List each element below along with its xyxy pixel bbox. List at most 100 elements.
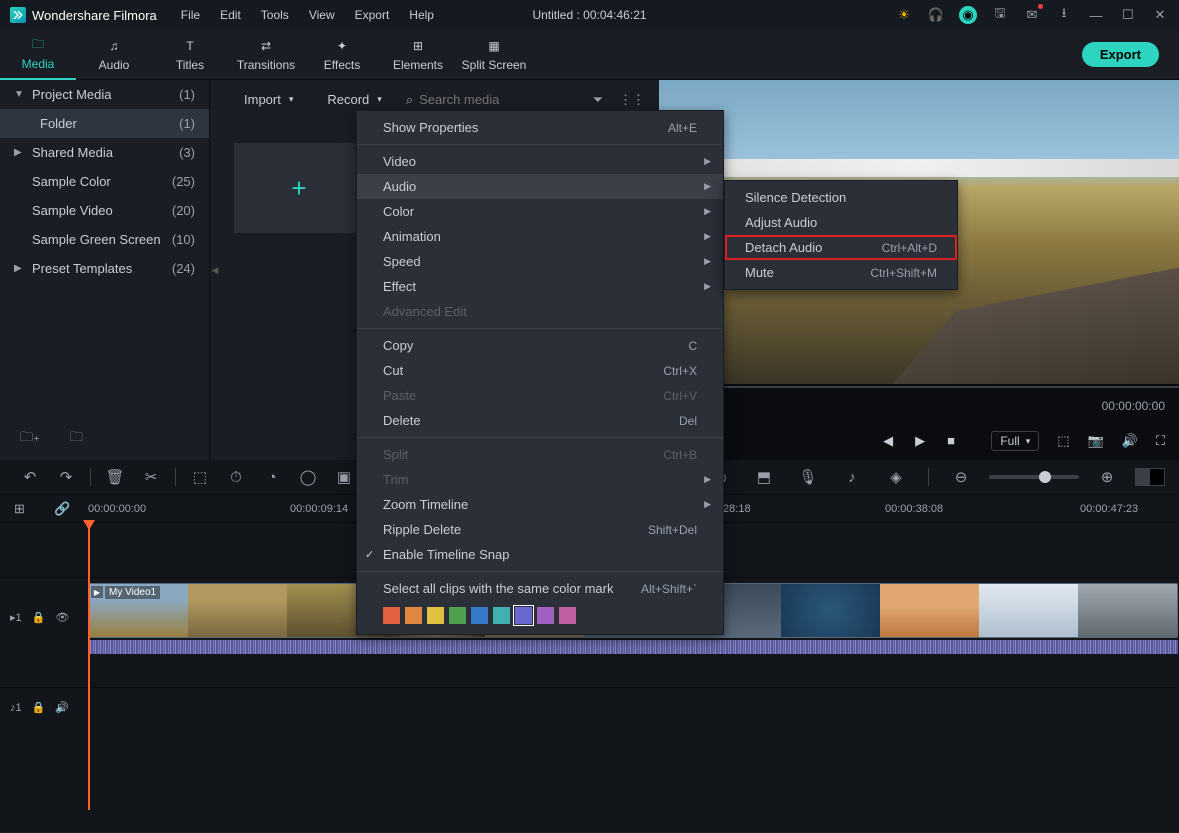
color-swatch[interactable]: [537, 607, 554, 624]
tab-effects[interactable]: ✦Effects: [304, 30, 380, 80]
track-add-icon[interactable]: ⊞: [14, 501, 25, 517]
ctx-audio[interactable]: Audio▶: [357, 174, 723, 199]
zoom-out-icon[interactable]: ⊖: [945, 465, 977, 489]
menu-view[interactable]: View: [301, 4, 343, 26]
sidebar-item-preset-templates[interactable]: ▶Preset Templates(24): [0, 254, 209, 283]
filter-icon[interactable]: ⏷: [593, 92, 603, 108]
ctx-effect[interactable]: Effect▶: [357, 274, 723, 299]
quality-dropdown[interactable]: Full▾: [991, 431, 1039, 451]
link-icon[interactable]: 🔗: [54, 501, 70, 517]
marker-flag-icon[interactable]: ⬒: [748, 465, 780, 489]
color-swatch[interactable]: [449, 607, 466, 624]
ctx-copy[interactable]: CopyC: [357, 333, 723, 358]
keyframe-icon[interactable]: ◈: [880, 465, 912, 489]
minimize-icon[interactable]: —: [1087, 6, 1105, 24]
tab-audio[interactable]: ♫Audio: [76, 30, 152, 80]
ctx-show-properties[interactable]: Show PropertiesAlt+E: [357, 115, 723, 140]
speed-icon[interactable]: ⏱: [220, 465, 252, 489]
record-dropdown[interactable]: Record▾: [317, 88, 391, 111]
color-swatch[interactable]: [471, 607, 488, 624]
tab-media[interactable]: 🗀Media: [0, 30, 76, 80]
menu-tools[interactable]: Tools: [253, 4, 297, 26]
close-icon[interactable]: ✕: [1151, 6, 1169, 24]
sidebar-item-folder[interactable]: Folder(1): [0, 109, 209, 138]
prev-frame-icon[interactable]: ◀: [883, 433, 893, 449]
color-swatch[interactable]: [493, 607, 510, 624]
export-button[interactable]: Export: [1082, 42, 1159, 67]
color-swatch[interactable]: [559, 607, 576, 624]
ctx-color[interactable]: Color▶: [357, 199, 723, 224]
tab-transitions[interactable]: ⇄Transitions: [228, 30, 304, 80]
lock-icon[interactable]: 🔒: [32, 701, 46, 714]
sub-silence-detection[interactable]: Silence Detection: [725, 185, 957, 210]
panel-resize-handle[interactable]: ◀: [210, 80, 220, 460]
voiceover-icon[interactable]: 🎙: [792, 465, 824, 489]
timeline-view-toggle[interactable]: [1135, 468, 1165, 486]
snapshot-icon[interactable]: 📷: [1088, 433, 1104, 449]
menu-file[interactable]: File: [173, 4, 208, 26]
ctx-speed[interactable]: Speed▶: [357, 249, 723, 274]
menu-export[interactable]: Export: [347, 4, 398, 26]
crop-icon[interactable]: ⬚: [184, 465, 216, 489]
sidebar-item-sample-video[interactable]: Sample Video(20): [0, 196, 209, 225]
sidebar-item-project-media[interactable]: ▼Project Media(1): [0, 80, 209, 109]
view-grid-icon[interactable]: ⋮⋮: [619, 92, 645, 108]
mute-track-icon[interactable]: 🔊: [55, 701, 69, 714]
maximize-icon[interactable]: ☐: [1119, 6, 1137, 24]
support-icon[interactable]: 🎧: [927, 6, 945, 24]
save-icon[interactable]: 🖫: [991, 6, 1009, 24]
ctx-ripple-delete[interactable]: Ripple DeleteShift+Del: [357, 517, 723, 542]
display-icon[interactable]: ⬚: [1057, 433, 1069, 449]
split-icon[interactable]: ✂: [135, 465, 167, 489]
folder-icon[interactable]: 🗀: [70, 428, 83, 450]
ctx-enable-snap[interactable]: ✓Enable Timeline Snap: [357, 542, 723, 567]
import-media-button[interactable]: +: [234, 143, 364, 233]
fullscreen-icon[interactable]: ⛶: [1156, 433, 1165, 449]
menu-help[interactable]: Help: [401, 4, 442, 26]
audio-waveform[interactable]: [88, 640, 1178, 654]
menu-edit[interactable]: Edit: [212, 4, 249, 26]
new-folder-icon[interactable]: 🗀₊: [20, 428, 40, 450]
ctx-animation[interactable]: Animation▶: [357, 224, 723, 249]
ctx-video[interactable]: Video▶: [357, 149, 723, 174]
search-input[interactable]: [419, 92, 549, 107]
ctx-select-all-color[interactable]: Select all clips with the same color mar…: [357, 576, 723, 601]
color-swatch[interactable]: [405, 607, 422, 624]
sidebar-item-sample-color[interactable]: Sample Color(25): [0, 167, 209, 196]
volume-icon[interactable]: 🔊: [1122, 433, 1138, 449]
track-audio-1[interactable]: ♪1 🔒 🔊: [0, 687, 1179, 727]
sub-adjust-audio[interactable]: Adjust Audio: [725, 210, 957, 235]
redo-icon[interactable]: ↷: [50, 465, 82, 489]
ctx-delete[interactable]: DeleteDel: [357, 408, 723, 433]
preview-scrubber[interactable]: [659, 384, 1179, 390]
sub-detach-audio[interactable]: Detach AudioCtrl+Alt+D: [725, 235, 957, 260]
tab-titles[interactable]: TTitles: [152, 30, 228, 80]
zoom-slider[interactable]: [989, 475, 1079, 479]
delete-icon[interactable]: 🗑: [99, 465, 131, 489]
zoom-in-icon[interactable]: ⊕: [1091, 465, 1123, 489]
play-icon[interactable]: ▶: [915, 433, 925, 449]
audio-mixer-icon[interactable]: ♪: [836, 465, 868, 489]
idea-icon[interactable]: ☀: [895, 6, 913, 24]
ctx-cut[interactable]: CutCtrl+X: [357, 358, 723, 383]
lock-icon[interactable]: 🔒: [32, 611, 46, 624]
sidebar-item-sample-green-screen[interactable]: Sample Green Screen(10): [0, 225, 209, 254]
stop-icon[interactable]: ■: [947, 433, 955, 449]
color-swatch[interactable]: [427, 607, 444, 624]
undo-icon[interactable]: ↶: [14, 465, 46, 489]
visibility-icon[interactable]: 👁: [55, 611, 69, 624]
color-icon[interactable]: ◔: [256, 465, 288, 489]
tab-elements[interactable]: ⊞Elements: [380, 30, 456, 80]
ctx-zoom-timeline[interactable]: Zoom Timeline▶: [357, 492, 723, 517]
tab-split-screen[interactable]: ▦Split Screen: [456, 30, 532, 80]
color-swatch[interactable]: [383, 607, 400, 624]
download-icon[interactable]: ⭳: [1055, 6, 1073, 24]
import-dropdown[interactable]: Import▾: [234, 88, 303, 111]
sub-mute[interactable]: MuteCtrl+Shift+M: [725, 260, 957, 285]
color-swatch[interactable]: [515, 607, 532, 624]
playhead[interactable]: [88, 520, 90, 810]
notifications-icon[interactable]: ✉: [1023, 6, 1041, 24]
green-screen-icon[interactable]: ◯: [292, 465, 324, 489]
account-icon[interactable]: ◉: [959, 6, 977, 24]
sidebar-item-shared-media[interactable]: ▶Shared Media(3): [0, 138, 209, 167]
